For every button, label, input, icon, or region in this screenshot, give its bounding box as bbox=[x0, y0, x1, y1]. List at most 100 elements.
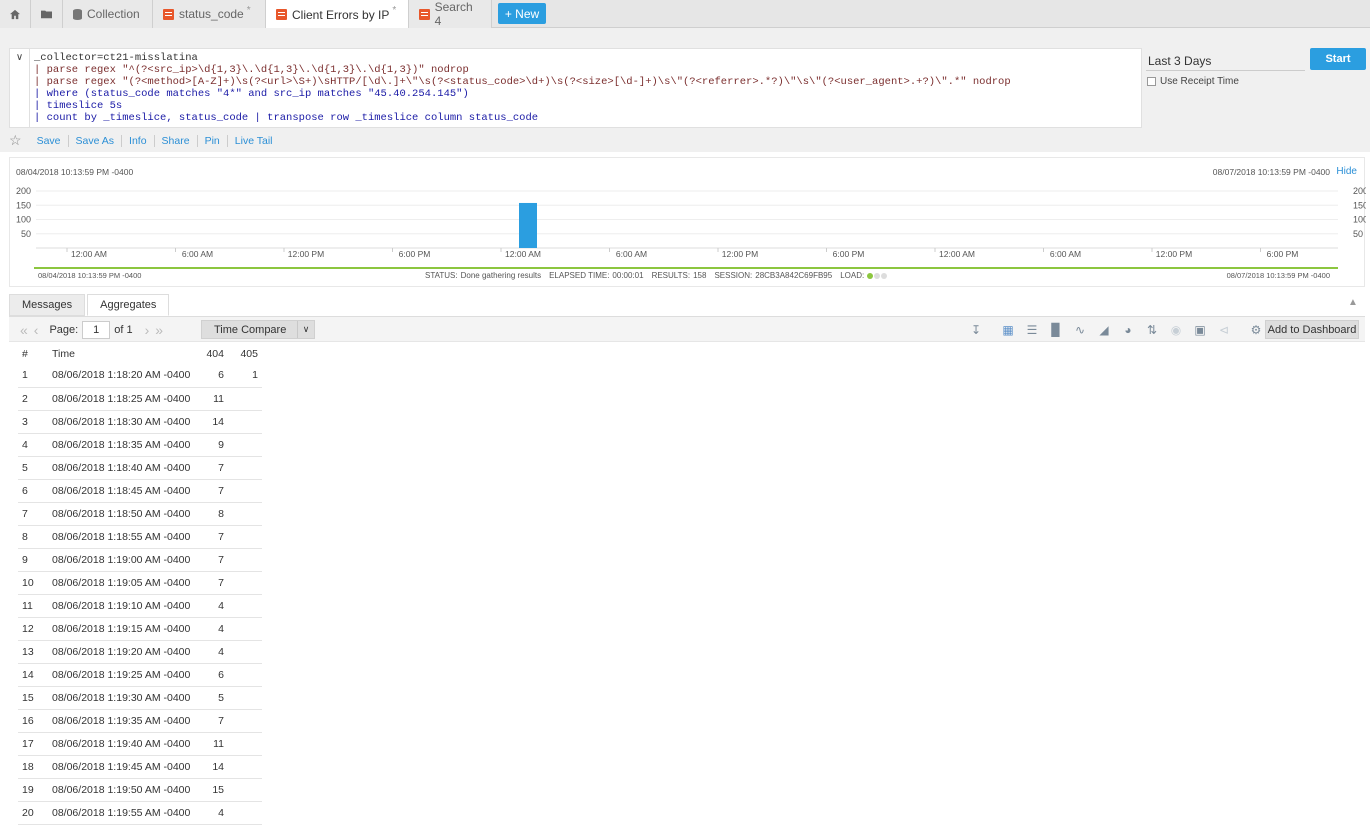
table-body: 1 08/06/2018 1:18:20 AM -0400 6 1 2 08/06/201… bbox=[18, 364, 262, 825]
single-value-icon[interactable]: ▣ bbox=[1188, 321, 1212, 339]
col-header-time[interactable]: Time bbox=[48, 344, 198, 364]
cell-404: 7 bbox=[198, 571, 228, 595]
cell-index: 7 bbox=[18, 502, 48, 526]
tab-messages[interactable]: Messages bbox=[9, 294, 86, 316]
collapse-up-icon[interactable]: ▲ bbox=[1348, 297, 1358, 308]
x-tick-label: 12:00 PM bbox=[1156, 249, 1192, 259]
table-row[interactable]: 18 08/06/2018 1:19:45 AM -0400 14 bbox=[18, 755, 262, 779]
cell-405 bbox=[228, 663, 262, 687]
receipt-checkbox[interactable] bbox=[1147, 77, 1156, 86]
table-row[interactable]: 19 08/06/2018 1:19:50 AM -0400 15 bbox=[18, 778, 262, 802]
table-row[interactable]: 12 08/06/2018 1:19:15 AM -0400 4 bbox=[18, 617, 262, 641]
table-row[interactable]: 16 08/06/2018 1:19:35 AM -0400 7 bbox=[18, 709, 262, 733]
save-link[interactable]: Save bbox=[30, 134, 69, 147]
pin-link[interactable]: Pin bbox=[198, 134, 228, 147]
cell-index: 15 bbox=[18, 686, 48, 710]
receipt-label: Use Receipt Time bbox=[1160, 76, 1239, 87]
col-header-405[interactable]: 405 bbox=[228, 344, 262, 364]
bar-chart-icon[interactable]: ☰ bbox=[1020, 321, 1044, 339]
prev-page-icon[interactable]: ‹ bbox=[34, 322, 39, 338]
cell-405 bbox=[228, 732, 262, 756]
table-row[interactable]: 7 08/06/2018 1:18:50 AM -0400 8 bbox=[18, 502, 262, 526]
cell-404: 7 bbox=[198, 548, 228, 572]
cell-405 bbox=[228, 433, 262, 457]
query-editor[interactable]: ∨ _collector=ct21-misslatina | parse rege… bbox=[9, 48, 1142, 128]
search-doc-icon bbox=[419, 8, 430, 20]
chevron-down-icon[interactable]: ∨ bbox=[297, 321, 314, 338]
tab-client-errors-by-ip[interactable]: Client Errors by IP * bbox=[266, 0, 409, 29]
line-chart-icon[interactable]: ∿ bbox=[1068, 321, 1092, 339]
cell-404: 7 bbox=[198, 456, 228, 480]
info-link[interactable]: Info bbox=[122, 134, 155, 147]
table-row[interactable]: 11 08/06/2018 1:19:10 AM -0400 4 bbox=[18, 594, 262, 618]
table-row[interactable]: 17 08/06/2018 1:19:40 AM -0400 11 bbox=[18, 732, 262, 756]
tab-label: Collection bbox=[87, 7, 140, 21]
time-range-input[interactable]: Last 3 Days bbox=[1146, 51, 1305, 71]
cell-time: 08/06/2018 1:19:05 AM -0400 bbox=[48, 571, 198, 595]
box-plot-icon[interactable]: ⇅ bbox=[1140, 321, 1164, 339]
tab-label: Client Errors by IP bbox=[292, 7, 390, 22]
home-tab[interactable] bbox=[0, 0, 31, 28]
tab-status-code[interactable]: status_code * bbox=[153, 0, 266, 28]
start-button[interactable]: Start bbox=[1310, 48, 1366, 70]
cell-405 bbox=[228, 571, 262, 595]
table-row[interactable]: 4 08/06/2018 1:18:35 AM -0400 9 bbox=[18, 433, 262, 457]
query-panel: ∨ _collector=ct21-misslatina | parse rege… bbox=[0, 28, 1370, 152]
new-tab-button[interactable]: + New bbox=[498, 3, 546, 24]
use-receipt-time[interactable]: Use Receipt Time bbox=[1147, 76, 1239, 87]
search-doc-icon bbox=[276, 9, 287, 20]
table-row[interactable]: 9 08/06/2018 1:19:00 AM -0400 7 bbox=[18, 548, 262, 572]
cell-404: 5 bbox=[198, 686, 228, 710]
add-to-dashboard-button[interactable]: Add to Dashboard bbox=[1265, 320, 1359, 339]
results-value: 158 bbox=[693, 271, 707, 280]
table-icon[interactable]: ▦ bbox=[996, 321, 1020, 339]
map-pin-icon[interactable]: ◉ bbox=[1164, 321, 1188, 339]
x-tick-label: 6:00 PM bbox=[399, 249, 431, 259]
first-page-icon[interactable]: « bbox=[20, 322, 28, 338]
next-page-icon[interactable]: › bbox=[145, 322, 150, 338]
graph-icon[interactable]: ⊲ bbox=[1212, 321, 1236, 339]
page-input[interactable]: 1 bbox=[82, 321, 111, 339]
table-row[interactable]: 1 08/06/2018 1:18:20 AM -0400 6 1 bbox=[18, 364, 262, 388]
table-row[interactable]: 6 08/06/2018 1:18:45 AM -0400 7 bbox=[18, 479, 262, 503]
table-row[interactable]: 8 08/06/2018 1:18:55 AM -0400 7 bbox=[18, 525, 262, 549]
table-row[interactable]: 13 08/06/2018 1:19:20 AM -0400 4 bbox=[18, 640, 262, 664]
library-tab[interactable] bbox=[31, 0, 63, 28]
table-row[interactable]: 10 08/06/2018 1:19:05 AM -0400 7 bbox=[18, 571, 262, 595]
live-tail-link[interactable]: Live Tail bbox=[228, 135, 280, 147]
y-tick-label: 100 bbox=[16, 215, 31, 225]
column-chart-icon[interactable]: ▉ bbox=[1044, 321, 1068, 339]
table-row[interactable]: 14 08/06/2018 1:19:25 AM -0400 6 bbox=[18, 663, 262, 687]
tab-aggregates[interactable]: Aggregates bbox=[87, 294, 170, 316]
save-as-link[interactable]: Save As bbox=[69, 134, 123, 147]
cell-405 bbox=[228, 801, 262, 825]
cell-404: 7 bbox=[198, 479, 228, 503]
table-row[interactable]: 5 08/06/2018 1:18:40 AM -0400 7 bbox=[18, 456, 262, 480]
chevron-down-icon[interactable]: ∨ bbox=[10, 49, 30, 127]
col-header-404[interactable]: 404 bbox=[198, 344, 228, 364]
time-compare-button[interactable]: Time Compare ∨ bbox=[201, 320, 315, 339]
area-chart-icon[interactable]: ◢ bbox=[1092, 321, 1116, 339]
cell-time: 08/06/2018 1:19:20 AM -0400 bbox=[48, 640, 198, 664]
tab-search-4[interactable]: Search 4 bbox=[409, 0, 492, 28]
cell-405 bbox=[228, 410, 262, 434]
cell-time: 08/06/2018 1:18:25 AM -0400 bbox=[48, 387, 198, 411]
table-row[interactable]: 15 08/06/2018 1:19:30 AM -0400 5 bbox=[18, 686, 262, 710]
last-page-icon[interactable]: » bbox=[155, 322, 163, 338]
table-row[interactable]: 3 08/06/2018 1:18:30 AM -0400 14 bbox=[18, 410, 262, 434]
tab-bar: Collection status_code * Client Errors b… bbox=[0, 0, 1370, 29]
table-row[interactable]: 2 08/06/2018 1:18:25 AM -0400 11 bbox=[18, 387, 262, 411]
pie-chart-icon[interactable]: ◕ bbox=[1116, 321, 1140, 339]
x-tick-label: 6:00 PM bbox=[833, 249, 865, 259]
cell-index: 2 bbox=[18, 387, 48, 411]
session-value: 28CB3A842C69FB95 bbox=[755, 271, 833, 280]
cell-404: 14 bbox=[198, 410, 228, 434]
download-icon[interactable]: ↧ bbox=[964, 321, 988, 339]
share-link[interactable]: Share bbox=[155, 134, 198, 147]
cell-time: 08/06/2018 1:18:20 AM -0400 bbox=[48, 364, 198, 388]
col-header-index[interactable]: # bbox=[18, 344, 48, 364]
table-row[interactable]: 20 08/06/2018 1:19:55 AM -0400 4 bbox=[18, 801, 262, 825]
tab-collection[interactable]: Collection bbox=[63, 0, 153, 28]
star-icon[interactable]: ☆ bbox=[9, 132, 22, 149]
status-value: Done gathering results bbox=[460, 271, 542, 280]
